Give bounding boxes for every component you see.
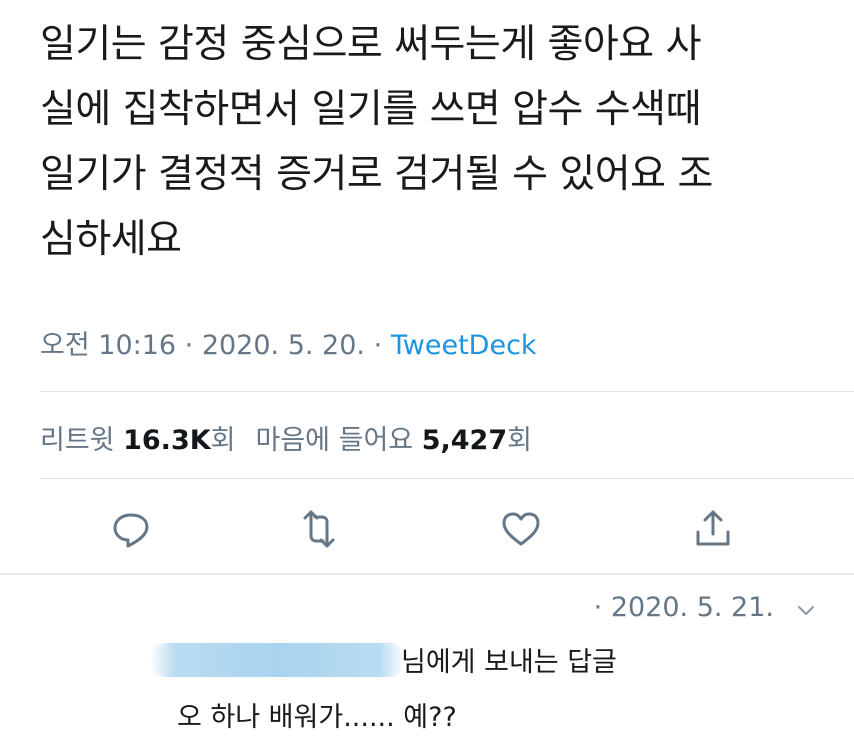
- share-icon: [696, 510, 730, 546]
- like-stat[interactable]: 마음에 들어요 5,427회: [256, 425, 532, 456]
- retweet-button[interactable]: [296, 506, 342, 552]
- divider: [40, 478, 854, 479]
- divider: [40, 391, 854, 392]
- retweet-suffix: 회: [210, 425, 236, 456]
- reply-text: 오 하나 배워가...... 예??: [177, 702, 457, 733]
- like-count: 5,427: [421, 425, 508, 456]
- reply-recipient: 님에게 보내는 답글: [150, 640, 617, 684]
- like-label: 마음에 들어요: [255, 425, 422, 456]
- tweet-time[interactable]: 오전 10:16: [40, 330, 176, 361]
- reply-button[interactable]: [108, 506, 154, 552]
- reply-icon: [113, 513, 149, 548]
- tweet-text-line: 심하세요: [40, 217, 182, 262]
- tweet-text-line: 실에 집착하면서 일기를 쓰면 압수 수색때: [40, 87, 701, 132]
- reply-date[interactable]: · 2020. 5. 21.: [594, 592, 774, 623]
- retweet-label: 리트윗: [40, 425, 124, 456]
- chevron-down-icon[interactable]: [796, 604, 816, 618]
- tweet-date[interactable]: 2020. 5. 20.: [202, 330, 365, 361]
- redacted-username: [150, 642, 405, 677]
- tweet-text-line: 일기는 감정 중심으로 써두는게 좋아요 사: [40, 22, 701, 67]
- meta-separator: ·: [365, 330, 391, 361]
- like-suffix: 회: [507, 425, 532, 456]
- retweet-stat[interactable]: 리트윗 16.3K회: [40, 425, 236, 456]
- tweet-stats: 리트윗 16.3K회 마음에 들어요 5,427회: [40, 418, 532, 457]
- share-button[interactable]: [690, 506, 736, 552]
- reply-recipient-label: 님에게 보내는 답글: [401, 647, 617, 678]
- like-icon: [502, 512, 540, 546]
- retweet-icon: [303, 510, 335, 548]
- retweet-count: 16.3K: [123, 425, 211, 456]
- action-bar: [0, 506, 854, 554]
- tweet-text: 일기는 감정 중심으로 써두는게 좋아요 사 실에 집착하면서 일기를 쓰면 압…: [40, 12, 830, 272]
- tweet-meta: 오전 10:16 · 2020. 5. 20. · TweetDeck: [40, 323, 537, 362]
- meta-separator: ·: [176, 330, 202, 361]
- like-button[interactable]: [498, 506, 544, 552]
- section-divider: [0, 573, 854, 575]
- tweet-text-line: 일기가 결정적 증거로 검거될 수 있어요 조: [40, 152, 713, 197]
- tweet-source-link[interactable]: TweetDeck: [391, 330, 537, 361]
